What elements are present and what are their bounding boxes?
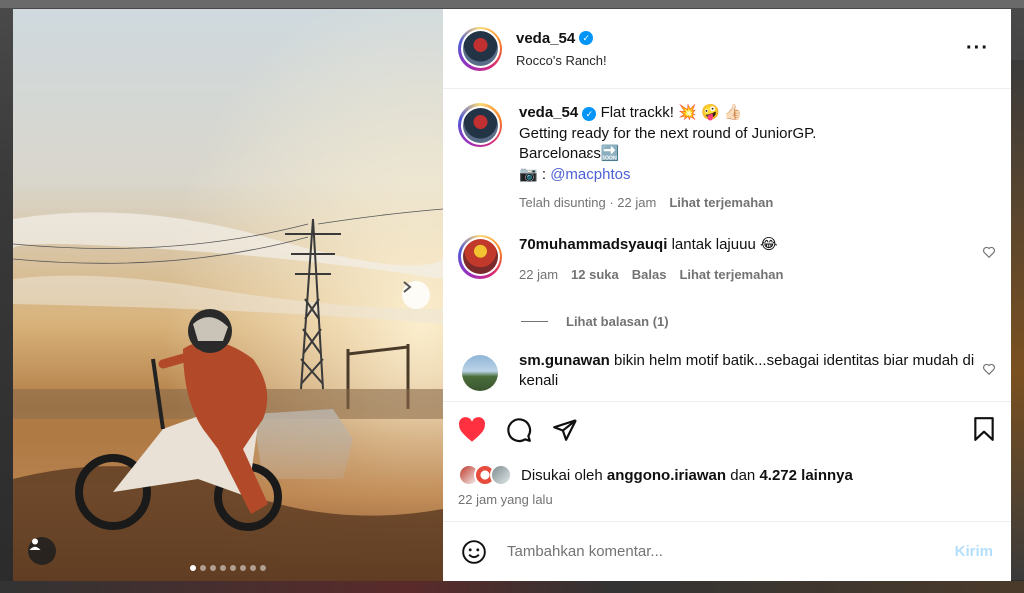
commenter-avatar[interactable] <box>458 234 502 279</box>
caption-line-3: Barcelonaɛs <box>519 145 601 162</box>
post-media-carousel[interactable] <box>13 9 443 581</box>
verified-badge-icon: ✓ <box>579 31 594 45</box>
backdrop-feed-bottom <box>0 581 1024 593</box>
post-actions: Disukai oleh anggono.iriawan dan 4.272 l… <box>443 401 1011 521</box>
view-replies-button[interactable]: Lihat balasan (1) <box>521 314 996 329</box>
comment-likes-count[interactable]: 12 suka <box>571 265 619 286</box>
likes-joiner: dan <box>730 466 756 484</box>
caption-username[interactable]: veda_54 <box>519 104 578 121</box>
comment-composer: Tambahkan komentar... Kirim <box>443 521 1011 581</box>
author-username[interactable]: veda_54 <box>516 30 575 47</box>
likes-prefix: Disukai oleh <box>521 466 603 484</box>
view-replies-label: Lihat balasan (1) <box>566 313 669 329</box>
replies-divider <box>521 320 548 322</box>
credit-separator: : <box>541 165 547 183</box>
emoji-picker-icon[interactable] <box>461 539 487 565</box>
author-avatar[interactable] <box>458 26 502 71</box>
backdrop-feed-peek <box>1010 60 1024 580</box>
caption-row: veda_54 ✓ Flat trackk! 💥 🤪 👍🏻 Getting re… <box>458 103 996 214</box>
post-comment-button[interactable]: Kirim <box>955 543 993 560</box>
comment-bubble-icon[interactable] <box>506 417 532 443</box>
comment-time: 22 jam <box>519 267 559 282</box>
carousel-dot <box>220 565 226 571</box>
post-header: veda_54 ✓ Rocco's Ranch! ··· <box>443 9 1011 89</box>
caption-author-avatar[interactable] <box>458 103 502 147</box>
more-options-button[interactable]: ··· <box>966 37 989 60</box>
post-side-panel: veda_54 ✓ Rocco's Ranch! ··· veda_54 ✓ F… <box>443 9 1011 581</box>
caption-edited-time: Telah disunting · 22 jam <box>519 195 657 210</box>
photographer-mention-link[interactable]: @macphtos <box>550 166 630 183</box>
commenter-avatar[interactable] <box>458 351 502 395</box>
commenter-username[interactable]: 70muhammadsyauqi <box>519 236 667 253</box>
post-photo <box>13 9 443 581</box>
soon-emoji: 🔜 <box>600 145 620 162</box>
caption-line-1: Flat trackk! <box>600 104 674 121</box>
backdrop-feed-strip <box>0 0 1024 8</box>
caption-emojis: 💥 🤪 👍🏻 <box>678 104 743 121</box>
carousel-indicators <box>13 565 443 571</box>
comment-input[interactable]: Tambahkan komentar... <box>507 543 955 560</box>
carousel-dot <box>200 565 206 571</box>
carousel-dot <box>210 565 216 571</box>
comment-row: 70muhammadsyauqi lantak lajuuu 😂 22 jam … <box>458 234 996 286</box>
person-icon <box>29 538 41 550</box>
verified-badge-icon: ✓ <box>582 107 597 122</box>
caption-translate-link[interactable]: Lihat terjemahan <box>669 193 773 214</box>
tagged-users-button[interactable] <box>28 537 56 565</box>
post-timestamp[interactable]: 22 jam yang lalu <box>458 492 996 507</box>
carousel-dot <box>250 565 256 571</box>
comment-translate-link[interactable]: Lihat terjemahan <box>679 265 783 286</box>
comment-like-heart-icon[interactable] <box>982 362 996 376</box>
comment-row: sm.gunawan bikin helm motif batik...seba… <box>458 351 996 395</box>
comment-like-heart-icon[interactable] <box>982 245 996 259</box>
chevron-right-icon <box>403 281 412 293</box>
comments-list[interactable]: veda_54 ✓ Flat trackk! 💥 🤪 👍🏻 Getting re… <box>443 89 1011 401</box>
carousel-dot <box>190 565 196 571</box>
top-liker-link[interactable]: anggono.iriawan <box>607 467 726 484</box>
reply-button[interactable]: Balas <box>632 265 667 286</box>
share-send-icon[interactable] <box>552 417 578 443</box>
liker-avatars <box>458 464 512 486</box>
caption-line-2: Getting ready for the next round of Juni… <box>519 124 817 142</box>
next-slide-button[interactable] <box>402 281 430 309</box>
likes-count-link[interactable]: 4.272 lainnya <box>759 467 852 484</box>
likes-summary[interactable]: Disukai oleh anggono.iriawan dan 4.272 l… <box>458 464 996 486</box>
post-location[interactable]: Rocco's Ranch! <box>516 53 607 68</box>
carousel-dot <box>260 565 266 571</box>
liker-avatar <box>490 464 512 486</box>
bookmark-icon[interactable] <box>973 416 995 442</box>
like-heart-icon[interactable] <box>458 417 486 443</box>
camera-emoji: 📷 <box>519 165 538 183</box>
carousel-dot <box>230 565 236 571</box>
comment-text: lantak lajuuu 😂 <box>671 235 778 253</box>
carousel-dot <box>240 565 246 571</box>
commenter-username[interactable]: sm.gunawan <box>519 352 610 369</box>
